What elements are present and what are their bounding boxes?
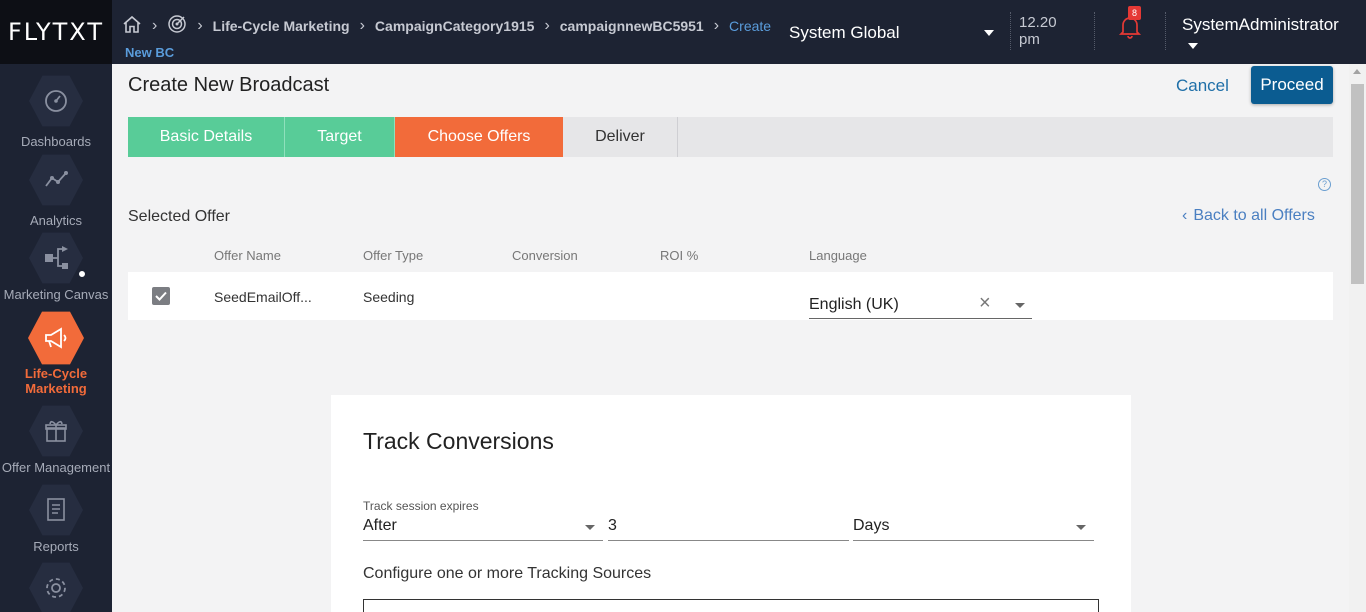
- sidebar-item-label: Life-Cycle Marketing: [24, 366, 88, 396]
- column-header: Language: [809, 248, 867, 263]
- track-expires-label: Track session expires: [363, 499, 479, 513]
- offer-checkbox[interactable]: [152, 287, 170, 305]
- step-choose-offers[interactable]: Choose Offers: [395, 117, 563, 157]
- breadcrumb-current-line2: New BC: [125, 45, 175, 60]
- divider: [1094, 12, 1095, 50]
- home-icon[interactable]: [122, 14, 142, 37]
- top-bar: FLYTXT › › Life-Cycle Marketing › Campai…: [0, 0, 1366, 64]
- active-indicator: [77, 269, 87, 279]
- time-value: 12.20: [1019, 14, 1057, 31]
- caret-down-icon: [585, 525, 595, 530]
- proceed-button[interactable]: Proceed: [1251, 66, 1333, 104]
- track-conversions-card: Track Conversions Track session expires …: [331, 395, 1131, 612]
- column-header: Conversion: [512, 248, 578, 263]
- step-basic-details[interactable]: Basic Details: [128, 117, 285, 157]
- analytics-icon: [29, 154, 83, 206]
- time-suffix: pm: [1019, 31, 1040, 48]
- user-menu[interactable]: SystemAdministrator: [1182, 15, 1339, 35]
- checkmark-icon: [155, 291, 167, 301]
- expires-unit-select[interactable]: Days: [853, 514, 1094, 541]
- expires-unit-value: Days: [853, 517, 890, 534]
- dashboard-icon: [29, 75, 83, 127]
- language-value: English (UK): [809, 296, 899, 313]
- divider: [1010, 12, 1011, 50]
- expires-mode-select[interactable]: After: [363, 514, 603, 541]
- chevron-right-icon: ›: [197, 16, 203, 34]
- offer-name[interactable]: SeedEmailOff...: [214, 289, 312, 305]
- breadcrumb: › › Life-Cycle Marketing › CampaignCateg…: [122, 14, 771, 37]
- sidebar-item-label: Offer Management: [1, 460, 111, 475]
- expires-mode-value: After: [363, 517, 397, 534]
- sidebar-item-label: Reports: [33, 539, 79, 554]
- gift-icon: [29, 405, 83, 457]
- sidebar-item-label: Analytics: [29, 213, 83, 228]
- breadcrumb-item[interactable]: campaignnewBC5951: [560, 18, 704, 34]
- tracking-sources-box[interactable]: [363, 599, 1099, 612]
- notification-badge: 8: [1128, 6, 1141, 20]
- scope-select[interactable]: System Global: [789, 23, 900, 43]
- cancel-button[interactable]: Cancel: [1176, 76, 1229, 96]
- offer-type: Seeding: [363, 289, 415, 305]
- sidebar-item-settings[interactable]: [0, 561, 112, 612]
- scrollbar-thumb[interactable]: [1351, 84, 1364, 284]
- sidebar-item-label: Marketing Canvas: [3, 287, 109, 302]
- wizard-steps: Basic Details Target Choose Offers Deliv…: [128, 117, 1333, 157]
- step-target[interactable]: Target: [285, 117, 395, 157]
- tracking-sources-label: Configure one or more Tracking Sources: [363, 565, 652, 582]
- scroll-up-icon[interactable]: [1353, 69, 1361, 74]
- help-icon[interactable]: ?: [1318, 178, 1331, 191]
- step-deliver[interactable]: Deliver: [563, 117, 678, 157]
- chevron-right-icon: ›: [152, 16, 158, 34]
- chevron-right-icon: ›: [713, 16, 720, 34]
- column-header: ROI %: [660, 248, 699, 263]
- chevron-right-icon: ›: [359, 16, 365, 34]
- chevron-right-icon: ›: [544, 16, 550, 34]
- target-icon[interactable]: [167, 14, 187, 37]
- column-header: Offer Type: [363, 248, 424, 263]
- language-select[interactable]: English (UK) ×: [809, 288, 1032, 319]
- back-to-offers-link[interactable]: ‹ Back to all Offers: [1182, 207, 1315, 225]
- sidebar-item-label: Dashboards: [20, 134, 92, 149]
- sidebar-item-life-cycle-marketing[interactable]: Life-Cycle Marketing: [0, 310, 112, 396]
- sidebar-item-marketing-canvas[interactable]: Marketing Canvas: [0, 231, 112, 302]
- breadcrumb-current: Create: [729, 17, 772, 34]
- caret-down-icon[interactable]: [1015, 303, 1025, 308]
- sidebar-item-dashboards[interactable]: Dashboards: [0, 74, 112, 149]
- breadcrumb-item[interactable]: Life-Cycle Marketing: [213, 18, 350, 34]
- breadcrumb-item[interactable]: CampaignCategory1915: [375, 18, 535, 34]
- clock-time: 12.20 pm: [1019, 14, 1057, 48]
- report-icon: [29, 484, 83, 536]
- canvas-icon: [29, 232, 83, 284]
- megaphone-icon: [28, 311, 84, 365]
- brand-logo[interactable]: FLYTXT: [0, 0, 112, 64]
- divider: [1165, 12, 1166, 50]
- sidebar-item-offer-management[interactable]: Offer Management: [0, 404, 112, 475]
- selected-offer-heading: Selected Offer: [128, 208, 230, 225]
- settings-icon: [29, 562, 83, 612]
- back-link-label: Back to all Offers: [1193, 207, 1315, 224]
- expires-value-input[interactable]: 3: [608, 514, 849, 541]
- page-title: Create New Broadcast: [128, 74, 330, 96]
- caret-down-icon[interactable]: [1188, 43, 1198, 49]
- caret-down-icon: [1076, 525, 1086, 530]
- expires-value: 3: [608, 517, 617, 534]
- sidebar-item-reports[interactable]: Reports: [0, 483, 112, 554]
- clear-icon[interactable]: ×: [979, 292, 991, 315]
- caret-down-icon[interactable]: [984, 30, 994, 36]
- chevron-left-icon: ‹: [1182, 207, 1188, 224]
- sidebar-item-analytics[interactable]: Analytics: [0, 153, 112, 228]
- card-title: Track Conversions: [363, 428, 554, 454]
- column-header: Offer Name: [214, 248, 281, 263]
